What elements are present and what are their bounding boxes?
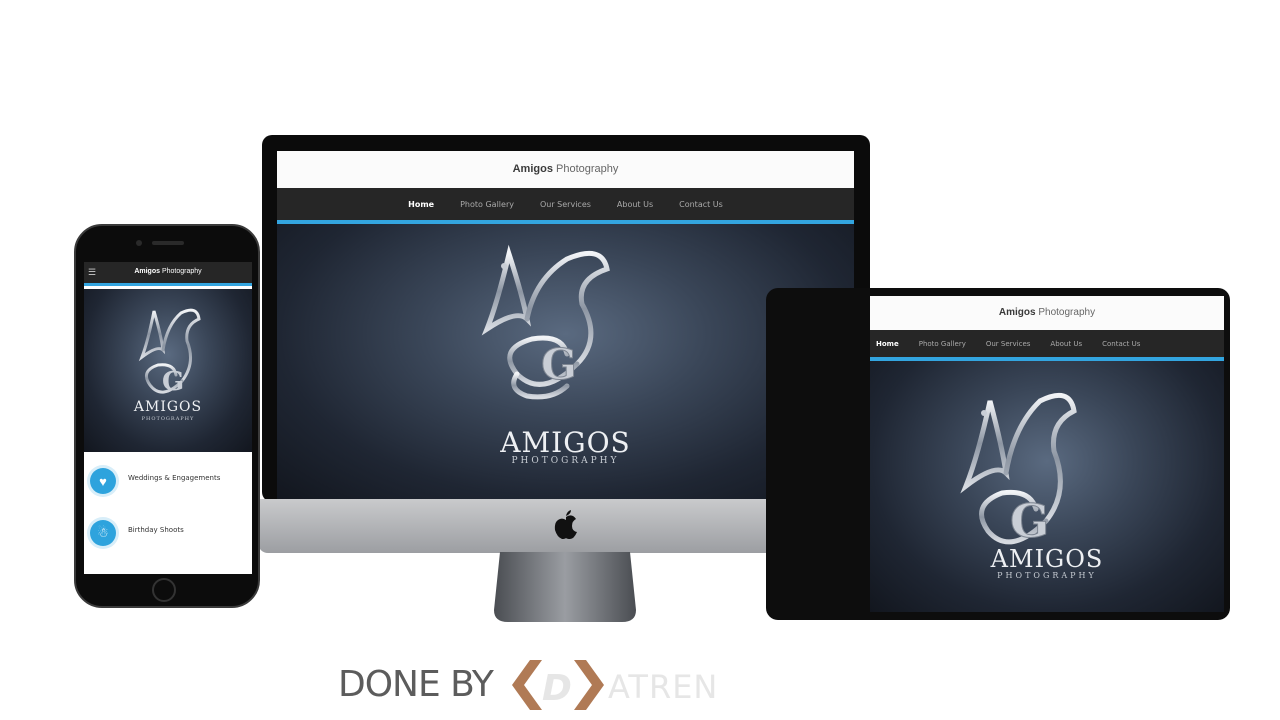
baby-icon: ☃ — [90, 520, 116, 546]
logo-letter: D — [542, 668, 572, 709]
phone-topbar: ☰ Amigos Photography — [84, 262, 252, 286]
tablet-nav: Home Photo Gallery Our Services About Us… — [870, 330, 1224, 361]
service-label: Birthday Shoots — [128, 526, 184, 534]
svg-text:G: G — [162, 367, 184, 397]
tablet-nav-our-services[interactable]: Our Services — [986, 340, 1031, 348]
phone-speaker — [152, 241, 184, 245]
tablet-logo-word: AMIGOS — [990, 545, 1104, 573]
phone-screen: ☰ Amigos Photography G AMIGOS PHOTOGRAPH… — [84, 262, 252, 574]
heart-icon: ♥ — [90, 468, 116, 494]
nav-photo-gallery[interactable]: Photo Gallery — [460, 200, 514, 209]
tablet-logo-sub: PHOTOGRAPHY — [997, 571, 1097, 580]
tablet-content: Amigos Photography Home Photo Gallery Ou… — [870, 296, 1224, 612]
datren-logo-icon: D — [512, 660, 604, 710]
nav-about-us[interactable]: About Us — [617, 200, 653, 209]
phone-hero: G AMIGOS PHOTOGRAPHY — [84, 289, 252, 452]
phone-logo-sub: PHOTOGRAPHY — [141, 416, 195, 422]
service-item[interactable]: ♥ Weddings & Engagements — [84, 454, 252, 506]
phone-home-button[interactable] — [152, 578, 176, 602]
phone-brand-light: Photography — [161, 268, 202, 275]
phone-logo-word: AMIGOS — [133, 399, 203, 415]
service-label: Weddings & Engagements — [128, 474, 221, 482]
svg-text:G: G — [1010, 494, 1049, 548]
tablet-header-brand-bold: Amigos — [998, 307, 1036, 318]
done-by-text: DONE BY — [338, 664, 494, 705]
tablet-nav-contact-us[interactable]: Contact Us — [1102, 340, 1140, 348]
main-nav: Home Photo Gallery Our Services About Us… — [277, 188, 854, 224]
tablet-hero: G AMIGOS PHOTOGRAPHY — [870, 361, 1224, 612]
phone-mockup: ☰ Amigos Photography G AMIGOS PHOTOGRAPH… — [74, 224, 260, 608]
site-header: Amigos Photography — [277, 151, 854, 188]
phone-logo-mark: G — [138, 308, 201, 397]
brand-light: Photography — [556, 163, 619, 175]
imac-stand — [494, 552, 636, 622]
tablet-nav-about-us[interactable]: About Us — [1050, 340, 1082, 348]
tablet-nav-photo-gallery[interactable]: Photo Gallery — [919, 340, 966, 348]
nav-contact-us[interactable]: Contact Us — [679, 200, 723, 209]
phone-brand: Amigos Photography — [84, 268, 252, 275]
phone-camera — [136, 240, 142, 246]
tablet-nav-home[interactable]: Home — [876, 340, 899, 348]
nav-home[interactable]: Home — [408, 200, 434, 209]
phone-brand-bold: Amigos — [134, 268, 160, 275]
tablet-header-brand-light: Photography — [1038, 307, 1096, 318]
service-item[interactable]: ☃ Birthday Shoots — [84, 506, 252, 558]
brand-bold: Amigos — [512, 163, 553, 175]
author-name: ATREN — [608, 668, 719, 706]
tablet-header: Amigos Photography — [870, 296, 1224, 330]
nav-our-services[interactable]: Our Services — [540, 200, 591, 209]
svg-text:G: G — [541, 340, 577, 389]
